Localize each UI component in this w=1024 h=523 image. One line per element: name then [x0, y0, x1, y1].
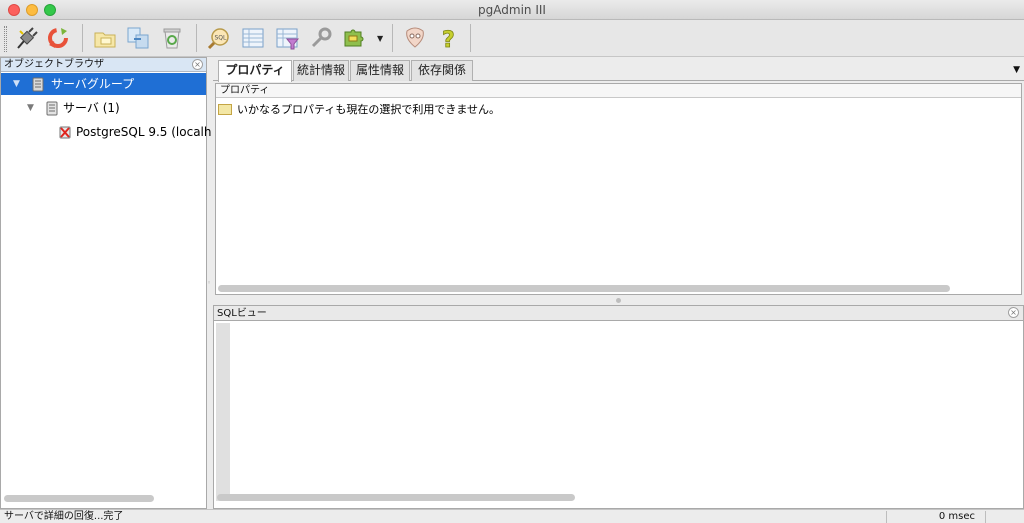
- status-divider: [886, 511, 887, 523]
- toolbar-separator: [82, 24, 83, 52]
- object-browser-title: オブジェクトブラウザ: [4, 59, 104, 70]
- status-divider: [985, 511, 986, 523]
- tree-expand-arrow[interactable]: ▼: [13, 73, 20, 95]
- tab-properties[interactable]: プロパティ: [218, 60, 292, 82]
- server-group-icon: [32, 77, 44, 92]
- status-timing: 0 msec: [938, 511, 975, 522]
- properties-column-header[interactable]: プロパティ: [216, 84, 1021, 98]
- help-question-icon[interactable]: ?: [434, 23, 464, 53]
- detail-tab-bar: プロパティ 統計情報 属性情報 依存関係 ▼: [213, 57, 1024, 82]
- svg-text:SQL: SQL: [215, 35, 228, 42]
- info-icon: [218, 104, 232, 115]
- drop-object-recycle-icon[interactable]: [157, 23, 187, 53]
- toolbar-grip[interactable]: [4, 26, 7, 52]
- disconnected-server-icon: [59, 125, 71, 140]
- tab-statistics[interactable]: 統計情報: [293, 60, 349, 81]
- main-toolbar: SQL ▼ ?: [0, 20, 1024, 57]
- sql-view-panel: SQLビュー ×: [213, 305, 1024, 509]
- toolbar-separator: [196, 24, 197, 52]
- vertical-splitter-grip[interactable]: ◦: [207, 279, 211, 287]
- object-browser-header: オブジェクトブラウザ ×: [1, 58, 206, 72]
- tips-icon[interactable]: [400, 23, 430, 53]
- plugins-puzzle-icon[interactable]: [340, 23, 370, 53]
- refresh-icon[interactable]: [43, 23, 73, 53]
- tab-list-dropdown-icon[interactable]: ▼: [1013, 65, 1020, 75]
- properties-panel: プロパティ いかなるプロパティも現在の選択で利用できません。: [215, 83, 1022, 295]
- sql-view-title: SQLビュー: [217, 308, 267, 319]
- servers-icon: [46, 101, 58, 116]
- sql-view-header: SQLビュー ×: [214, 306, 1023, 321]
- connect-plug-icon[interactable]: [12, 23, 42, 53]
- filtered-data-icon[interactable]: [272, 23, 302, 53]
- tree-item-label: サーバグループ: [51, 77, 135, 91]
- properties-message: いかなるプロパティも現在の選択で利用できません。: [237, 103, 501, 116]
- close-icon[interactable]: ×: [192, 59, 203, 70]
- tree-item-label: サーバ (1): [63, 101, 120, 115]
- tree-expand-arrow[interactable]: ▼: [27, 97, 34, 119]
- maintenance-wrench-icon[interactable]: [306, 23, 336, 53]
- toolbar-separator: [392, 24, 393, 52]
- sql-query-icon[interactable]: SQL: [204, 23, 234, 53]
- tab-dependents[interactable]: 依存関係: [411, 60, 473, 81]
- tab-dependencies[interactable]: 属性情報: [350, 60, 410, 81]
- view-data-grid-icon[interactable]: [238, 23, 268, 53]
- status-bar: サーバで詳細の回復...完了 0 msec: [0, 509, 1024, 523]
- object-browser-scrollbar[interactable]: [4, 495, 154, 502]
- tree-item-server-group[interactable]: ▼ サーバグループ: [1, 73, 206, 95]
- tree-item-servers[interactable]: ▼ サーバ (1): [1, 97, 206, 119]
- object-browser-panel: オブジェクトブラウザ × ▼ サーバグループ ▼ サーバ (1) Postgre…: [0, 57, 212, 509]
- toolbar-separator: [470, 24, 471, 52]
- properties-scrollbar[interactable]: [218, 285, 950, 292]
- tree-item-postgresql-server[interactable]: PostgreSQL 9.5 (localh: [1, 121, 212, 143]
- create-object-icon[interactable]: [123, 23, 153, 53]
- sql-view-scrollbar[interactable]: [217, 494, 575, 501]
- sql-line-gutter: [216, 323, 230, 501]
- close-icon[interactable]: ×: [1008, 307, 1019, 318]
- properties-message-row: いかなるプロパティも現在の選択で利用できません。: [218, 102, 500, 118]
- horizontal-splitter-grip[interactable]: [616, 298, 621, 303]
- title-bar: pgAdmin III: [0, 0, 1024, 20]
- plugins-dropdown-arrow[interactable]: ▼: [377, 34, 383, 43]
- pgadmin-window: pgAdmin III SQL ▼ ? オブジェクトブラウザ × ▼ サーバグル…: [0, 0, 1024, 523]
- tree-item-label: PostgreSQL 9.5 (localh: [76, 125, 212, 139]
- window-title: pgAdmin III: [478, 3, 546, 17]
- status-message: サーバで詳細の回復...完了: [4, 511, 124, 522]
- svg-text:?: ?: [442, 28, 455, 51]
- properties-folder-icon[interactable]: [90, 23, 120, 53]
